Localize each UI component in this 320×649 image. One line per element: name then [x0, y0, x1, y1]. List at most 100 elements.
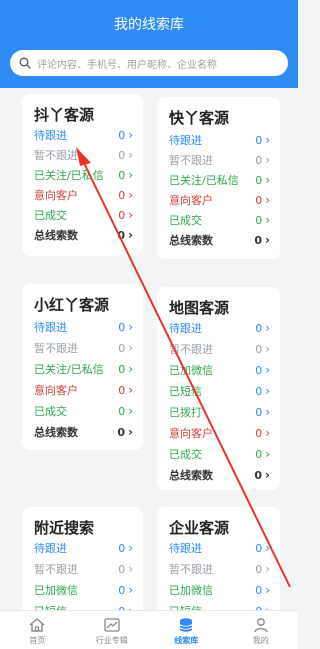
row-paused[interactable]: 暂不跟进 0 ›	[169, 559, 270, 579]
row-label: 总线索数	[34, 426, 78, 439]
card-nearby: 附近搜索 待跟进0› 暂不跟进0› 已加微信0› 已短信0›	[22, 507, 143, 618]
row-label: 暂不跟进	[169, 563, 213, 576]
row-value: 0	[118, 341, 126, 355]
row-wechat[interactable]: 已加微信 0 ›	[34, 580, 133, 600]
row-label: 待跟进	[169, 542, 202, 555]
row-label: 已关注/已私信	[169, 174, 239, 187]
row-label: 已成交	[169, 214, 202, 227]
row-value: 0	[255, 426, 263, 440]
chevron-right-icon: ›	[128, 341, 133, 355]
row-total[interactable]: 总线索数 0 ›	[34, 225, 133, 245]
row-label: 已拨打	[169, 406, 202, 419]
row-paused[interactable]: 暂不跟进 0 ›	[34, 145, 133, 165]
row-value: 0	[255, 405, 263, 419]
row-label: 已加微信	[169, 584, 213, 597]
row-total[interactable]: 总线索数 0 ›	[169, 230, 270, 250]
row-value: 0	[254, 468, 263, 482]
chevron-right-icon: ›	[265, 233, 270, 247]
chevron-right-icon: ›	[265, 173, 270, 187]
row-total[interactable]: 总线索数 0 ›	[169, 465, 270, 485]
row-followed[interactable]: 已关注/已私信 0 ›	[169, 170, 270, 190]
row-intent[interactable]: 意向客户 0 ›	[34, 185, 133, 205]
row-value: 0	[118, 383, 126, 397]
bottom-tab-bar: 首页 行业专辑 线索库 我的	[0, 610, 298, 649]
tab-home[interactable]: 首页	[0, 611, 75, 649]
row-label: 暂不跟进	[169, 343, 213, 356]
row-label: 待跟进	[169, 322, 202, 335]
row-intent[interactable]: 意向客户 0 ›	[34, 380, 133, 400]
row-value: 0	[255, 363, 263, 377]
row-closed[interactable]: 已成交 0 ›	[169, 444, 270, 464]
header-bar: 我的线索库 评论内容、手机号、用户昵称、企业名称	[0, 0, 298, 88]
row-label: 意向客户	[169, 194, 213, 207]
row-intent[interactable]: 意向客户 0 ›	[169, 423, 270, 443]
tab-label: 首页	[29, 635, 46, 645]
row-wechat[interactable]: 已加微信 0 ›	[169, 360, 270, 380]
row-value: 0	[255, 321, 263, 335]
row-value: 0	[255, 193, 263, 207]
row-closed[interactable]: 已成交 0 ›	[169, 210, 270, 230]
row-called[interactable]: 已拨打 0 ›	[169, 402, 270, 422]
card-map: 地图客源 待跟进 0 › 暂不跟进 0 › 已加微信 0 › 已短信 0 › 已拨打 0 › 意向客…	[157, 287, 280, 490]
row-wechat[interactable]: 已加微信 0 ›	[169, 580, 270, 600]
card-xiaohongshu: 小红丫客源 待跟进 0 › 暂不跟进 0 › 已关注/已私信 0 › 意向客户 0 › 已成交 0…	[22, 284, 143, 450]
row-pending[interactable]: 待跟进 0 ›	[34, 317, 133, 337]
row-value: 0	[255, 562, 263, 576]
row-value: 0	[118, 320, 126, 334]
search-placeholder[interactable]: 评论内容、手机号、用户昵称、企业名称	[37, 56, 217, 71]
row-pending[interactable]: 待跟进 0 ›	[34, 538, 133, 558]
chevron-right-icon: ›	[265, 541, 270, 555]
chevron-right-icon: ›	[128, 168, 133, 182]
row-followed[interactable]: 已关注/已私信 0 ›	[34, 165, 133, 185]
row-label: 总线索数	[34, 229, 78, 242]
row-total[interactable]: 总线索数 0 ›	[34, 422, 133, 442]
chevron-right-icon: ›	[265, 583, 270, 597]
row-pending[interactable]: 待跟进 0 ›	[169, 318, 270, 338]
row-pending[interactable]: 待跟进 0 ›	[169, 130, 270, 150]
row-intent[interactable]: 意向客户 0 ›	[169, 190, 270, 210]
chevron-right-icon: ›	[128, 320, 133, 334]
row-value: 0	[255, 213, 263, 227]
page-title: 我的线索库	[114, 17, 184, 33]
row-paused[interactable]: 暂不跟进 0 ›	[169, 339, 270, 359]
row-paused[interactable]: 暂不跟进 0 ›	[169, 150, 270, 170]
row-label: 待跟进	[169, 134, 202, 147]
chevron-right-icon: ›	[128, 583, 133, 597]
row-value: 0	[118, 583, 126, 597]
row-label: 暂不跟进	[34, 342, 78, 355]
chevron-right-icon: ›	[128, 188, 133, 202]
row-paused[interactable]: 暂不跟进 0 ›	[34, 338, 133, 358]
user-icon	[254, 617, 268, 632]
row-closed[interactable]: 已成交 0 ›	[34, 401, 133, 421]
search-bar[interactable]: 评论内容、手机号、用户昵称、企业名称	[10, 50, 288, 76]
row-label: 暂不跟进	[34, 563, 78, 576]
chevron-right-icon: ›	[265, 153, 270, 167]
row-value: 0	[117, 425, 126, 439]
chevron-right-icon: ›	[128, 362, 133, 376]
card-enterprise: 企业客源 待跟进0› 暂不跟进0› 已加微信0› 已短信0›	[157, 507, 280, 618]
tab-leads[interactable]: 线索库	[149, 611, 224, 649]
row-value: 0	[118, 188, 126, 202]
row-value: 0	[255, 583, 263, 597]
row-paused[interactable]: 暂不跟进 0 ›	[34, 559, 133, 579]
row-sms[interactable]: 已短信 0›	[169, 381, 270, 401]
tab-label: 行业专辑	[95, 635, 128, 645]
row-value: 0	[255, 447, 263, 461]
row-label: 待跟进	[34, 542, 67, 555]
chevron-right-icon: ›	[128, 128, 133, 142]
row-followed[interactable]: 已关注/已私信 0 ›	[34, 359, 133, 379]
row-value: 0	[118, 128, 126, 142]
card-douyin: 抖丫客源 待跟进 0 › 暂不跟进 0 › 已关注/已私信 0 › 意向客户 0 › 已成交 0 ›…	[22, 94, 143, 256]
row-label: 已成交	[169, 448, 202, 461]
row-label: 意向客户	[34, 189, 78, 202]
row-closed[interactable]: 已成交 0 ›	[34, 205, 133, 225]
chevron-right-icon: ›	[265, 562, 270, 576]
tab-industry[interactable]: 行业专辑	[75, 611, 150, 649]
row-pending[interactable]: 待跟进 0 ›	[169, 538, 270, 558]
row-value: 0	[255, 133, 263, 147]
tab-mine[interactable]: 我的	[224, 611, 299, 649]
row-value: 0	[118, 362, 126, 376]
row-value: 0	[118, 404, 126, 418]
row-label: 意向客户	[169, 427, 213, 440]
row-pending[interactable]: 待跟进 0 ›	[34, 125, 133, 145]
